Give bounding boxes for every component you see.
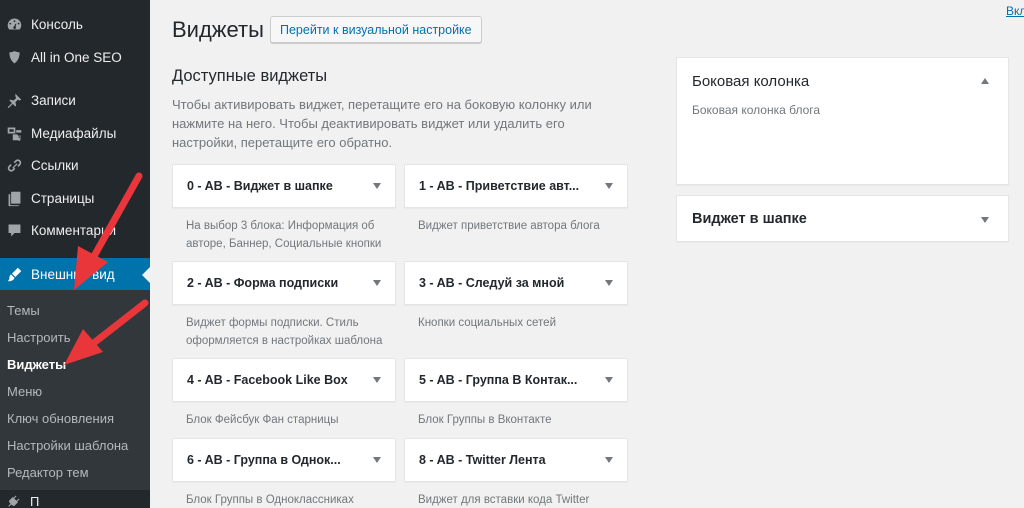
widget-title: 0 - AB - Виджет в шапке [187,179,333,193]
widget-title: 3 - AB - Следуй за мной [419,276,565,290]
current-menu-indicator [142,266,150,283]
page-title: Виджеты [172,17,264,42]
sidebar-item-label: П [30,494,40,508]
expand-arrow-icon[interactable] [373,457,381,463]
expand-arrow-icon[interactable] [981,217,989,223]
widget-item[interactable]: 4 - AB - Facebook Like Box [172,358,396,402]
sidebar-item-links[interactable]: Ссылки [0,149,150,181]
widget-area-title: Виджет в шапке [692,211,807,227]
sidebar-item-all-in-one-seo[interactable]: All in One SEO [0,41,150,73]
admin-sidebar: Консоль All in One SEO Записи Медиафайлы… [0,0,150,508]
widget-item[interactable]: 0 - AB - Виджет в шапке [172,164,396,208]
widget-item[interactable]: 2 - AB - Форма подписки [172,261,396,305]
sidebar-item-comments[interactable]: Комментарии [0,214,150,246]
widget-title: 8 - AB - Twitter Лента [419,453,546,467]
expand-arrow-icon[interactable] [373,280,381,286]
submenu-item-update-key[interactable]: Ключ обновления [7,411,114,426]
appearance-submenu: Темы Настроить Виджеты Меню Ключ обновле… [0,290,150,490]
sidebar-item-label: Ссылки [31,157,79,173]
pin-icon [4,90,24,110]
submenu-item-menus[interactable]: Меню [7,384,42,399]
sidebar-item-appearance[interactable]: Внешний вид [0,258,150,291]
widget-area-sidebar[interactable]: Боковая колонка Боковая колонка блога [676,57,1009,185]
widget-item[interactable]: 8 - AB - Twitter Лента [404,438,628,482]
expand-arrow-icon[interactable] [605,457,613,463]
sidebar-item-media[interactable]: Медиафайлы [0,117,150,149]
widget-title: 1 - AB - Приветствие авт... [419,179,580,193]
pages-icon [4,188,24,208]
widget-item[interactable]: 6 - AB - Группа в Однок... [172,438,396,482]
sidebar-item-label: Консоль [31,16,83,32]
sidebar-item-label: All in One SEO [31,49,122,65]
expand-arrow-icon[interactable] [373,183,381,189]
widget-description: Блок Группы в Одноклассниках [186,494,354,506]
sidebar-item-console[interactable]: Консоль [0,8,150,40]
widget-description: Виджет приветствие автора блога [418,220,600,232]
shield-icon [4,47,24,67]
expand-arrow-icon[interactable] [605,377,613,383]
expand-arrow-icon[interactable] [605,183,613,189]
dashboard-icon [4,14,24,34]
customize-button[interactable]: Перейти к визуальной настройке [270,16,482,43]
expand-arrow-icon[interactable] [605,280,613,286]
widget-description: Кнопки социальных сетей [418,317,556,329]
widget-item[interactable]: 1 - AB - Приветствие авт... [404,164,628,208]
widget-title: 6 - AB - Группа в Однок... [187,453,341,467]
sidebar-item-label: Медиафайлы [31,125,117,141]
widget-description: Блок Фейсбук Фан старницы [186,414,339,426]
widget-description: Виджет формы подписки. Стиль оформляется… [186,317,383,347]
expand-arrow-icon[interactable] [373,377,381,383]
widget-description: На выбор 3 блока: Информация об авторе, … [186,220,382,250]
plugins-icon [6,494,21,508]
sidebar-item-label: Комментарии [31,222,117,238]
widget-item[interactable]: 3 - AB - Следуй за мной [404,261,628,305]
widget-description: Блок Группы в Вконтакте [418,414,552,426]
submenu-item-customize[interactable]: Настроить [7,330,71,345]
submenu-item-widgets[interactable]: Виджеты [7,357,66,372]
widget-area-description: Боковая колонка блога [692,103,821,117]
widget-area-header[interactable]: Виджет в шапке [676,195,1009,242]
brush-icon [4,265,24,285]
widget-description: Виджет для вставки кода Twitter [418,494,590,506]
widget-area-title: Боковая колонка [692,73,810,90]
available-widgets-title: Доступные виджеты [172,67,328,85]
enable-accessibility-link[interactable]: Вкл [1006,4,1024,18]
widget-title: 2 - AB - Форма подписки [187,276,339,290]
widget-title: 5 - AB - Группа В Контак... [419,373,578,387]
media-icon [4,123,24,143]
sidebar-item-label: Страницы [31,190,95,206]
sidebar-item-label: Записи [31,92,76,108]
sidebar-item-pages[interactable]: Страницы [0,182,150,214]
comment-icon [4,220,24,240]
sidebar-item-label: Внешний вид [31,267,115,282]
widget-title: 4 - AB - Facebook Like Box [187,373,348,387]
submenu-item-theme-settings[interactable]: Настройки шаблона [7,438,128,453]
link-icon [4,155,24,175]
sidebar-item-plugins[interactable]: П [0,490,150,508]
available-widgets-description: Чтобы активировать виджет, перетащите ег… [172,97,592,150]
collapse-arrow-icon[interactable] [981,78,989,84]
sidebar-item-posts[interactable]: Записи [0,84,150,116]
submenu-item-theme-editor[interactable]: Редактор тем [7,465,89,480]
widget-item[interactable]: 5 - AB - Группа В Контак... [404,358,628,402]
submenu-item-themes[interactable]: Темы [7,303,40,318]
